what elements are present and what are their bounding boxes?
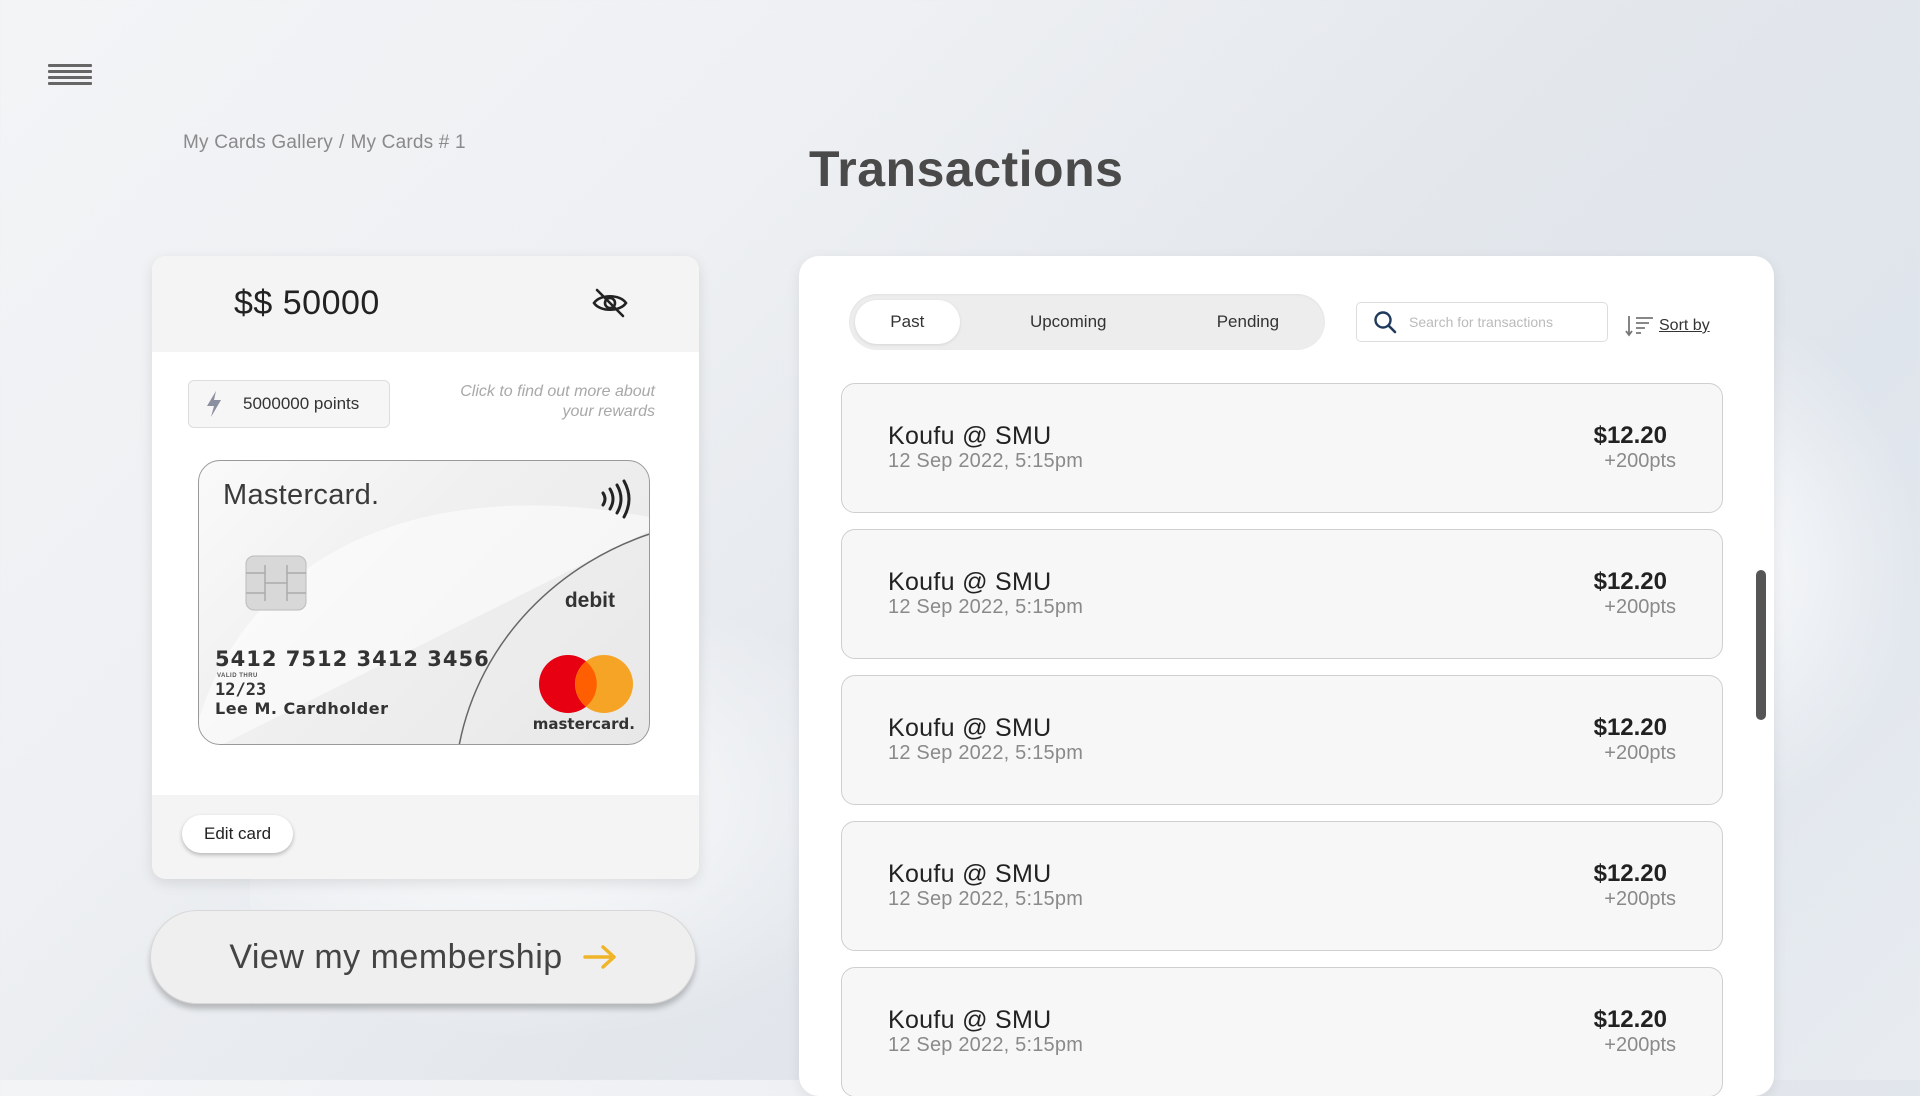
scrollbar-thumb[interactable] — [1756, 570, 1766, 720]
balance-value: $$ 50000 — [234, 284, 380, 322]
search-box — [1356, 302, 1608, 342]
valid-thru-label: VALID THRU — [217, 673, 258, 679]
transaction-amount: $12.20 — [1593, 568, 1667, 595]
contactless-icon — [601, 479, 631, 519]
transaction-amount: $12.20 — [1593, 422, 1667, 449]
breadcrumb-separator: / — [338, 132, 345, 153]
balance-bar: $$ 50000 — [152, 256, 699, 352]
transaction-amount: $12.20 — [1593, 1006, 1667, 1033]
card-panel: $$ 50000 5000000 points Click to find ou… — [152, 256, 699, 879]
view-membership-button[interactable]: View my membership — [150, 910, 696, 1004]
tab-upcoming[interactable]: Upcoming — [960, 300, 1177, 344]
transaction-merchant: Koufu @ SMU — [888, 422, 1052, 450]
card-footer: Edit card — [152, 795, 699, 879]
tab-past[interactable]: Past — [855, 300, 960, 344]
transactions-panel: Past Upcoming Pending Sort by Koufu @ SM… — [799, 256, 1774, 1096]
breadcrumb-current: My Cards # 1 — [350, 132, 466, 153]
transaction-merchant: Koufu @ SMU — [888, 860, 1052, 888]
sort-by-label: Sort by — [1659, 317, 1710, 334]
transaction-points: +200pts — [1604, 1034, 1676, 1056]
card-brand: Mastercard. — [223, 479, 380, 511]
arrow-right-icon — [582, 945, 616, 969]
card-number: 5412 7512 3412 3456 — [215, 647, 490, 671]
transaction-points: +200pts — [1604, 596, 1676, 618]
breadcrumb: My Cards Gallery / My Cards # 1 — [183, 132, 466, 154]
mastercard-logo-icon — [539, 655, 633, 713]
sort-by-button[interactable]: Sort by — [1625, 314, 1710, 338]
transaction-merchant: Koufu @ SMU — [888, 714, 1052, 742]
page-title: Transactions — [809, 141, 1124, 197]
sort-icon — [1625, 316, 1653, 337]
transaction-amount: $12.20 — [1593, 714, 1667, 741]
eye-off-icon[interactable] — [591, 286, 629, 320]
chip-icon — [245, 555, 307, 611]
transaction-date: 12 Sep 2022, 5:15pm — [888, 888, 1084, 910]
transaction-tabs: Past Upcoming Pending — [849, 294, 1325, 350]
transaction-date: 12 Sep 2022, 5:15pm — [888, 742, 1084, 764]
points-value: 5000000 points — [243, 394, 360, 413]
debit-card-image: Mastercard. debit 5412 7512 3412 3456 VA… — [198, 460, 650, 745]
transaction-date: 12 Sep 2022, 5:15pm — [888, 596, 1084, 618]
transaction-merchant: Koufu @ SMU — [888, 568, 1052, 596]
transaction-row[interactable]: Koufu @ SMU 12 Sep 2022, 5:15pm $12.20 +… — [841, 675, 1723, 805]
transaction-points: +200pts — [1604, 742, 1676, 764]
transaction-points: +200pts — [1604, 450, 1676, 472]
breadcrumb-gallery-link[interactable]: My Cards Gallery — [183, 132, 333, 153]
search-input[interactable] — [1407, 313, 1591, 331]
transaction-row[interactable]: Koufu @ SMU 12 Sep 2022, 5:15pm $12.20 +… — [841, 529, 1723, 659]
card-expiry: 12/23 — [215, 680, 267, 700]
transaction-row[interactable]: Koufu @ SMU 12 Sep 2022, 5:15pm $12.20 +… — [841, 383, 1723, 513]
mastercard-wordmark: mastercard. — [532, 715, 635, 733]
cardholder-name: Lee M. Cardholder — [215, 699, 389, 718]
transaction-list: Koufu @ SMU 12 Sep 2022, 5:15pm $12.20 +… — [841, 383, 1723, 1096]
edit-card-button[interactable]: Edit card — [182, 815, 294, 853]
menu-icon[interactable] — [48, 64, 92, 90]
transaction-date: 12 Sep 2022, 5:15pm — [888, 450, 1084, 472]
lightning-bolt-icon — [207, 391, 221, 417]
transaction-points: +200pts — [1604, 888, 1676, 910]
tab-pending[interactable]: Pending — [1177, 300, 1319, 344]
points-badge[interactable]: 5000000 points — [188, 380, 390, 428]
transaction-date: 12 Sep 2022, 5:15pm — [888, 1034, 1084, 1056]
rewards-hint-link[interactable]: Click to find out more about your reward… — [455, 382, 655, 422]
transaction-row[interactable]: Koufu @ SMU 12 Sep 2022, 5:15pm $12.20 +… — [841, 967, 1723, 1096]
transaction-merchant: Koufu @ SMU — [888, 1006, 1052, 1034]
search-icon — [1374, 311, 1397, 334]
transaction-amount: $12.20 — [1593, 860, 1667, 887]
transaction-row[interactable]: Koufu @ SMU 12 Sep 2022, 5:15pm $12.20 +… — [841, 821, 1723, 951]
card-type: debit — [564, 589, 615, 612]
view-membership-label: View my membership — [229, 937, 563, 976]
